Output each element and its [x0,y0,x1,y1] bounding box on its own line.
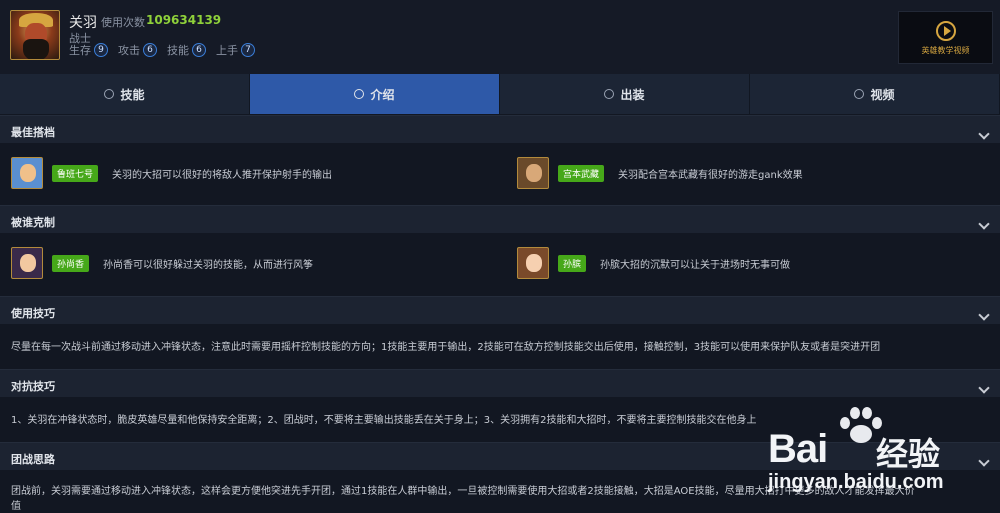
section-title: 使用技巧 [11,307,55,320]
tab-equipment[interactable]: 出装 [500,74,750,114]
section-title: 对抗技巧 [11,380,55,393]
hero-avatar-sunshangxiang[interactable] [11,247,43,279]
tab-video[interactable]: 视频 [750,74,1000,114]
section-counter-tips[interactable]: 对抗技巧 [0,369,1000,397]
hero-name: 关羽 [69,15,97,31]
section-countered-by[interactable]: 被谁克制 [0,205,1000,233]
play-circle-icon [936,21,956,41]
tab-bar: 技能 介绍 出装 视频 [0,74,1000,114]
stat-attack: 攻击 6 [118,42,157,58]
watermark-url: jingyan.baidu.com [768,471,944,493]
user-icon [354,89,365,99]
hero-badge[interactable]: 孙尚香 [52,254,90,272]
section-title: 被谁克制 [11,216,55,229]
partner-description: 关羽的大招可以很好的将敌人推开保护射手的输出 [112,169,333,181]
baidu-logo-text: Bai [768,427,828,471]
section-title: 最佳搭档 [11,126,55,139]
counter-item: 孙膑 孙膑大招的沉默可以让关于进场时无事可做 [517,247,790,279]
tab-skills[interactable]: 技能 [0,74,250,114]
video-button-label: 英雄教学视频 [921,46,970,55]
tab-intro[interactable]: 介绍 [250,74,500,114]
section-body-best-partners: 鲁班七号 关羽的大招可以很好的将敌人推开保护射手的输出 宫本武藏 关羽配合宫本武… [0,143,1000,205]
stat-survival: 生存 9 [69,42,108,58]
chevron-down-icon[interactable] [978,128,990,140]
section-title: 团战思路 [11,453,55,466]
hero-avatar-luban[interactable] [11,157,43,189]
counter-description: 孙尚香可以很好躲过关羽的技能，从而进行风筝 [103,259,314,271]
section-body-countered-by: 孙尚香 孙尚香可以很好躲过关羽的技能，从而进行风筝 孙膑 孙膑大招的沉默可以让关… [0,233,1000,295]
teamfight-text-line2: 值 [11,501,21,512]
counter-description: 孙膑大招的沉默可以让关于进场时无事可做 [600,259,791,271]
usage-label: 使用次数 [101,16,145,29]
partner-description: 关羽配合宫本武藏有很好的游走gank效果 [618,169,803,181]
usage-count: 109634139 [146,13,222,27]
hero-stats: 生存 9 攻击 6 技能 6 上手 7 [69,43,265,57]
equipment-icon [604,89,615,99]
section-usage-tips[interactable]: 使用技巧 [0,296,1000,324]
hero-avatar-sunbin[interactable] [517,247,549,279]
counter-item: 孙尚香 孙尚香可以很好躲过关羽的技能，从而进行风筝 [11,247,313,279]
play-icon [854,89,865,99]
stat-difficulty: 上手 7 [216,42,255,58]
stat-skill: 技能 6 [167,42,206,58]
section-body-usage-tips: 尽量在每一次战斗前通过移动进入冲锋状态，注意此时需要用摇杆控制技能的方向；1技能… [0,324,1000,368]
jingyan-logo-text: 经验 [876,435,941,473]
hero-badge[interactable]: 鲁班七号 [52,164,99,182]
chevron-down-icon[interactable] [978,218,990,230]
chevron-down-icon[interactable] [978,309,990,321]
usage-tips-text: 尽量在每一次战斗前通过移动进入冲锋状态，注意此时需要用摇杆控制技能的方向；1技能… [11,342,881,353]
baidu-jingyan-watermark: Bai 经验 jingyan.baidu.com [768,405,1000,513]
section-best-partners[interactable]: 最佳搭档 [0,115,1000,143]
hero-avatar [10,10,60,60]
info-icon [104,89,115,99]
hero-header: 关羽 使用次数 109634139 战士 生存 9 攻击 6 技能 6 上手 7 英雄教… [0,0,1000,74]
hero-avatar-miyamoto[interactable] [517,157,549,189]
hero-badge[interactable]: 孙膑 [558,254,587,272]
hero-badge[interactable]: 宫本武藏 [558,164,605,182]
partner-item: 宫本武藏 关羽配合宫本武藏有很好的游走gank效果 [517,157,803,189]
chevron-down-icon[interactable] [978,382,990,394]
counter-tips-text: 1、关羽在冲锋状态时，脆皮英雄尽量和他保持安全距离；2、团战时，不要将主要输出技… [11,415,757,426]
partner-item: 鲁班七号 关羽的大招可以很好的将敌人推开保护射手的输出 [11,157,332,189]
hero-video-button[interactable]: 英雄教学视频 [898,11,993,64]
